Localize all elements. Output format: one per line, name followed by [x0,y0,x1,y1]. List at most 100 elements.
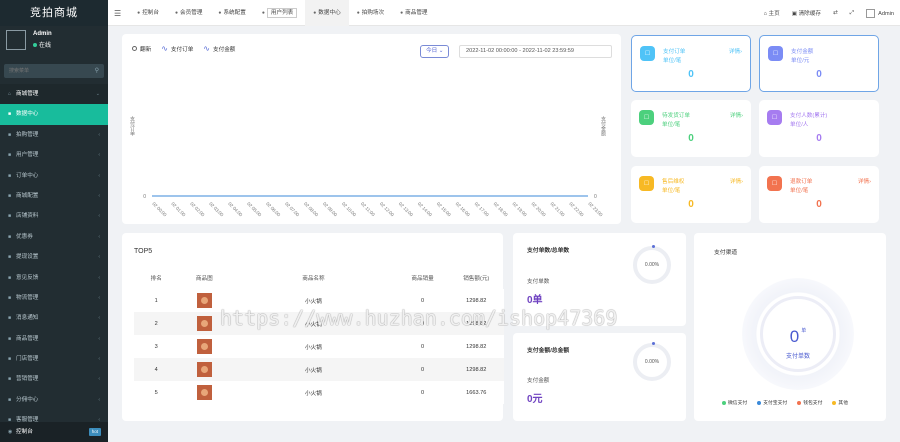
name-cell: 小火锅 [230,358,397,381]
channel-legend-item: 支付宝支付 [757,399,787,406]
sidebar: 竞拍商城 Admin 在线 ⚲ ⌂商城管理 ⌄ ■数据中心■拍购管理‹■用户管理… [0,0,108,442]
name-cell: 小火锅 [230,381,397,404]
sidebar-group-mall[interactable]: ⌂ 商城管理 ⌄ [0,84,108,105]
translate-icon[interactable]: ⇄ [833,10,838,16]
avatar [6,30,26,50]
order-icon: □ [640,46,655,61]
chevron-left-icon: ‹ [98,396,100,403]
x-tick-label: 02 04:00 [227,201,243,217]
table-row[interactable]: 4 小火锅 0 1298.82 [134,358,504,381]
x-tick-label: 02 10:00 [341,201,357,217]
dashboard-icon: ■ [8,111,12,118]
column-header: 商品图 [195,275,213,282]
sidebar-item[interactable]: ■ 优惠券 ‹ [0,227,108,247]
sidebar-item-console[interactable]: ◉ 控制台 hot [0,421,108,442]
sidebar-item[interactable]: ■ 数据中心 [0,104,108,125]
legend-dot-icon [757,400,762,405]
sidebar-item[interactable]: ■ 意见反馈 ‹ [0,268,108,288]
stat-detail-link[interactable]: 详情› [730,111,743,119]
clear-cache-button[interactable]: ▣ 清除缓存 [792,9,821,17]
sales-cell: 0 [396,381,449,404]
sidebar-item[interactable]: ■ 店铺资料 ‹ [0,206,108,226]
sidebar-menu: ⌂ 商城管理 ⌄ ■ 数据中心 ■ 拍购管理 ‹ ■ 用户管理 ‹ ■ 订单中心 ‹ ■ 商城配置 ‹ ■ 店铺… [0,84,108,431]
x-tick-label: 02 17:00 [474,201,490,217]
image-cell [178,381,231,404]
tab[interactable]: ● 系统配置 [210,0,253,26]
sidebar-item[interactable]: ■ 营销管理 ‹ [0,369,108,389]
tab[interactable]: ● 商品管理 [392,0,435,26]
fullscreen-icon[interactable]: ⤢ [850,10,854,17]
stat-card: □ 售后维权 单位/笔 详情› 0 [631,166,751,223]
table-row[interactable]: 3 小火锅 0 1298.82 [134,335,504,358]
sidebar-item[interactable]: ■ 消息通知 ‹ [0,308,108,328]
sidebar-item[interactable]: ■ 物流管理 ‹ [0,288,108,308]
chevron-left-icon: ‹ [98,131,100,138]
product-thumbnail[interactable] [196,339,212,354]
tab[interactable]: ● 控制台 [129,0,167,26]
stat-detail-link[interactable]: 详情› [730,177,743,185]
stat-value: 0 [688,69,694,80]
chart-card: 翻新 ∿ 支付订单 ∿ 支付金额 今日 ⌄ 2022-11-02 00:00:00 - … [122,34,621,224]
menu-search-input[interactable] [4,64,104,78]
column-header: 销售额(元) [463,275,490,282]
amount-ratio-circle: 0.00% [633,342,671,381]
tab[interactable]: ● 拍购场次 [349,0,392,26]
y-tick-label-left: 0 [143,194,146,200]
amount-ratio-card: 支付金额/总金额 支付金额 0元 0.00% [513,333,686,421]
x-tick-label: 02 22:00 [568,201,584,217]
stat-title: 售后维权 [662,179,685,185]
home-link[interactable]: ⌂ 主页 [764,9,780,17]
tab[interactable]: ● 数据中心 [305,0,349,26]
product-thumbnail[interactable] [196,293,212,308]
rank-cell: 2 [134,312,179,335]
sidebar-item[interactable]: ■ 分佣中心 ‹ [0,390,108,410]
x-tick-label: 02 02:00 [189,201,205,217]
channel-title: 支付渠道 [714,250,738,256]
stat-detail-link[interactable]: 详情› [858,177,871,185]
sidebar-item[interactable]: ■ 商城配置 ‹ [0,186,108,206]
stat-detail-link[interactable]: 详情› [729,47,742,55]
product-thumbnail[interactable] [196,385,212,400]
channel-legend: 微信支付 支付宝支付 钱包支付 其他 [722,399,848,406]
x-tick-label: 02 03:00 [208,201,224,217]
user-menu[interactable]: Admin [866,8,894,18]
sidebar-item[interactable]: ■ 用户管理 ‹ [0,145,108,165]
app-logo[interactable]: 竞拍商城 [0,0,108,26]
user-panel: Admin 在线 [0,26,108,58]
sales-cell: 0 [396,358,449,381]
product-thumbnail[interactable] [196,362,212,377]
channel-ring: 0单 支付单数 [742,278,854,390]
table-row[interactable]: 5 小火锅 0 1663.76 [134,381,504,404]
trash-icon: ▣ [791,11,799,17]
stat-value: 0 [688,133,694,144]
table-header-row: 排名 商品图 商品名称 商品销量 销售额(元) [134,266,504,289]
stat-card: □ 支付金额 单位/元 0 [759,35,879,92]
stat-value: 0 [688,199,694,210]
sidebar-item[interactable]: ■ 订单中心 ‹ [0,166,108,186]
stat-unit: 单位/笔 [662,188,681,194]
image-cell [178,335,231,358]
tab[interactable]: ● 用户列表 [254,0,305,26]
sidebar-item[interactable]: ■ 拍购管理 ‹ [0,125,108,145]
stat-title: 支付金额 [791,49,814,55]
sidebar-item[interactable]: ■ 门店管理 ‹ [0,349,108,369]
stat-title: 支付订单 [663,49,686,55]
stat-unit: 单位/笔 [662,122,681,128]
product-thumbnail[interactable] [196,316,212,331]
stat-unit: 单位/笔 [663,58,682,64]
sidebar-item[interactable]: ■ 提现设置 ‹ [0,247,108,267]
x-tick-label: 02 08:00 [303,201,319,217]
legend-dot-icon [832,400,837,405]
order-ratio-label: 支付单数 [527,279,550,285]
sidebar-item[interactable]: ■ 商品管理 ‹ [0,329,108,349]
amount-ratio-value: 0元 [527,394,543,405]
user-icon: ■ [8,152,12,159]
search-icon[interactable]: ⚲ [95,67,99,74]
menu-toggle-icon[interactable]: ☰ [114,9,121,18]
image-cell [178,358,231,381]
rank-cell: 1 [134,289,179,312]
tab[interactable]: ● 会员管理 [167,0,210,26]
stat-value: 0 [816,69,822,80]
chevron-left-icon: ‹ [98,274,100,281]
stat-value: 0 [816,199,822,210]
